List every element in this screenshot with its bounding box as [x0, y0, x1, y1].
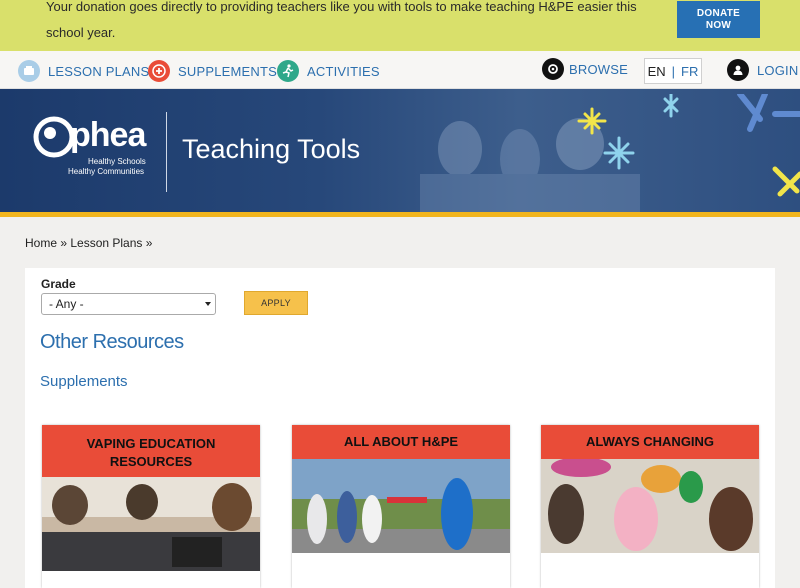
nav-item-supplements[interactable]: SUPPLEMENTS	[148, 60, 277, 82]
apply-button[interactable]: APPLY	[244, 291, 308, 315]
runner-icon	[277, 60, 299, 82]
donate-now-label: DONATE NOW	[696, 8, 741, 31]
browse-button[interactable]: BROWSE	[542, 58, 628, 80]
browse-label: BROWSE	[569, 61, 628, 77]
card-image	[42, 477, 260, 571]
grade-filter-label: Grade	[41, 277, 76, 291]
donate-now-button[interactable]: DONATE NOW	[677, 1, 760, 38]
grade-select[interactable]: - Any -	[41, 293, 216, 315]
lang-en-link[interactable]: EN	[648, 64, 666, 79]
language-switcher: EN | FR	[644, 58, 702, 84]
resource-card[interactable]: VAPING EDUCATION RESOURCES	[42, 425, 260, 588]
donation-banner: Your donation goes directly to providing…	[0, 0, 800, 51]
resource-card[interactable]: ALWAYS CHANGING	[541, 425, 759, 588]
grade-select-value: - Any -	[49, 297, 84, 311]
card-image	[292, 459, 510, 553]
page-title: Teaching Tools	[182, 134, 361, 164]
donation-message: Your donation goes directly to providing…	[46, 0, 637, 40]
logo-tagline-1: Healthy Schools	[88, 157, 146, 166]
nav-item-activities[interactable]: ACTIVITIES	[277, 60, 380, 82]
plus-icon	[148, 60, 170, 82]
lang-separator: |	[671, 63, 676, 79]
other-resources-heading: Other Resources	[40, 331, 184, 353]
user-icon	[727, 59, 749, 81]
login-button[interactable]: LOGIN	[727, 59, 798, 81]
logo-divider	[166, 112, 167, 192]
card-title-bar: ALWAYS CHANGING	[541, 425, 759, 467]
lang-fr-link[interactable]: FR	[681, 64, 698, 79]
lesson-plans-icon	[18, 60, 40, 82]
card-title: ALL ABOUT H&PE	[343, 434, 459, 449]
ophea-logo-word: phea	[70, 116, 146, 154]
chevron-down-icon	[205, 302, 211, 306]
card-title-bar: ALL ABOUT H&PE	[292, 425, 510, 467]
breadcrumb[interactable]: Home » Lesson Plans »	[25, 236, 152, 250]
logo-tagline-2: Healthy Communities	[68, 167, 145, 176]
nav-label-lesson-plans: LESSON PLANS	[48, 63, 150, 79]
card-image	[541, 459, 759, 553]
decorative-stars	[577, 94, 800, 197]
nav-label-supplements: SUPPLEMENTS	[178, 63, 278, 79]
nav-item-lesson-plans[interactable]: LESSON PLANS	[18, 60, 149, 82]
hero-banner: phea Healthy Schools Healthy Communities…	[0, 89, 800, 213]
supplements-heading: Supplements	[40, 373, 128, 390]
card-title: VAPING EDUCATION RESOURCES	[86, 436, 216, 469]
resource-card[interactable]: ALL ABOUT H&PE	[292, 425, 510, 588]
hero-accent-stripe	[0, 212, 800, 217]
login-label: LOGIN	[757, 62, 799, 78]
nav-label-activities: ACTIVITIES	[307, 63, 380, 79]
browse-icon	[542, 58, 564, 80]
card-title-bar: VAPING EDUCATION RESOURCES	[42, 425, 260, 485]
card-title: ALWAYS CHANGING	[585, 434, 715, 449]
